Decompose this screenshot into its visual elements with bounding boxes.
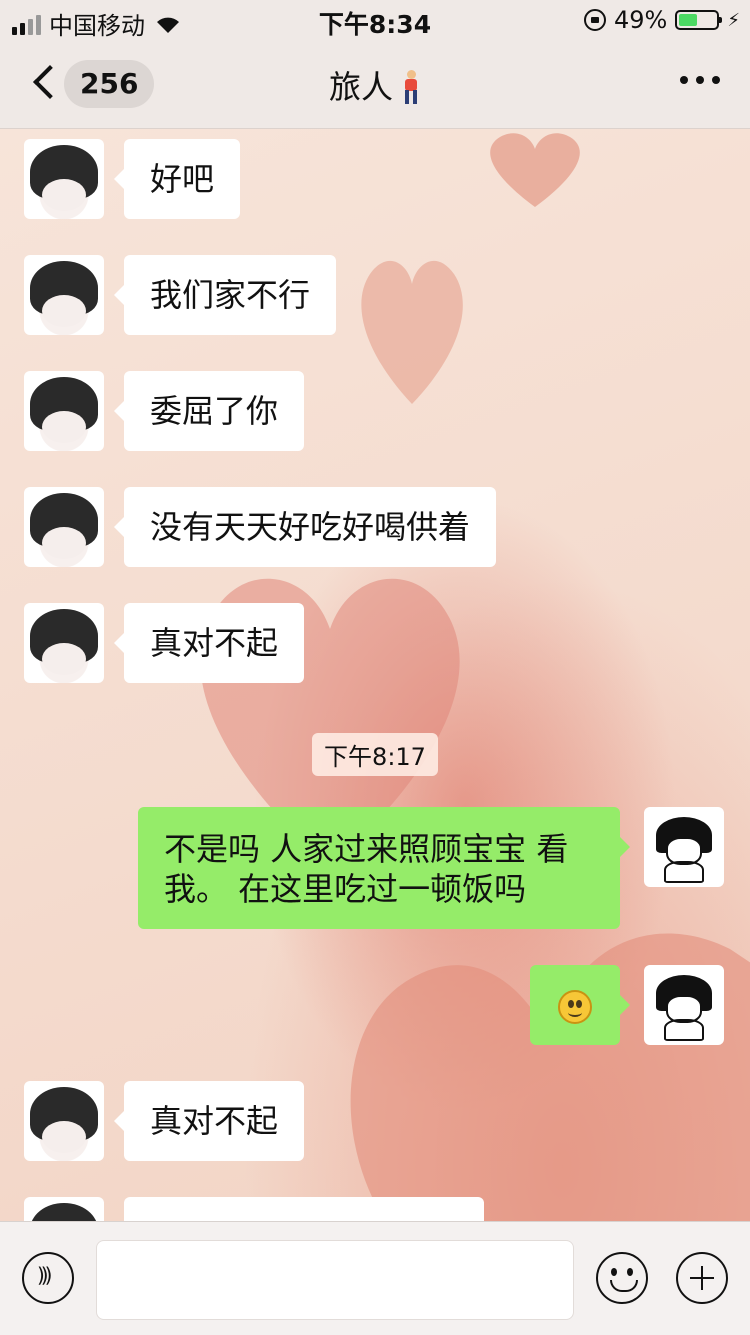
plus-icon[interactable] (676, 1252, 728, 1304)
nav-bar: 256 旅人 (0, 40, 750, 129)
heart-decoration-icon (350, 933, 750, 1221)
battery-percent: 49% (614, 6, 668, 34)
message-bubble[interactable]: 没有天天好吃好喝供着 (113, 487, 497, 567)
chat-title-text: 旅人 (328, 68, 393, 106)
contact-avatar[interactable] (24, 255, 104, 335)
smiley-icon (558, 990, 592, 1024)
timestamp-label: 下午8:17 (312, 733, 438, 776)
my-avatar[interactable] (644, 965, 724, 1045)
voice-icon[interactable] (22, 1252, 74, 1304)
status-bar: 中国移动 下午8:34 49% ⚡ (0, 0, 750, 40)
contact-avatar[interactable] (24, 371, 104, 451)
emoji-icon[interactable] (596, 1252, 648, 1304)
chat-title: 旅人 (0, 62, 750, 108)
status-right: 49% ⚡ (584, 6, 740, 34)
message-input[interactable] (96, 1240, 574, 1320)
heart-decoration-icon (361, 260, 463, 404)
input-bar (0, 1221, 750, 1335)
message-bubble-partial[interactable] (124, 1197, 484, 1221)
my-message-bubble[interactable]: 不是吗 人家过来照顾宝宝 看我。 在这里吃过一顿饭吗 (138, 807, 630, 929)
my-avatar[interactable] (644, 807, 724, 887)
message-bubble[interactable]: 我们家不行 (113, 255, 337, 335)
orientation-lock-icon (584, 9, 607, 31)
message-bubble[interactable]: 好吧 (113, 139, 241, 219)
message-bubble[interactable]: 真对不起 (113, 603, 305, 683)
message-timestamp: 下午8:17 (0, 733, 750, 776)
contact-avatar[interactable] (24, 139, 104, 219)
chat-area[interactable]: 好吧 我们家不行 委屈了你 没有天天好吃好喝供着 真对不起 下午8:17 不是吗… (0, 129, 750, 1221)
contact-avatar[interactable] (24, 603, 104, 683)
battery-icon (675, 10, 723, 30)
more-options-icon[interactable] (680, 76, 720, 84)
person-walking-icon (401, 70, 421, 104)
charging-icon: ⚡ (727, 9, 740, 31)
contact-avatar[interactable] (24, 1081, 104, 1161)
message-bubble[interactable]: 真对不起 (113, 1081, 305, 1161)
contact-avatar[interactable] (24, 487, 104, 567)
heart-decoration-icon (490, 133, 580, 207)
message-bubble[interactable]: 委屈了你 (113, 371, 305, 451)
contact-avatar[interactable] (24, 1197, 104, 1221)
my-emoji-bubble[interactable] (530, 965, 630, 1045)
